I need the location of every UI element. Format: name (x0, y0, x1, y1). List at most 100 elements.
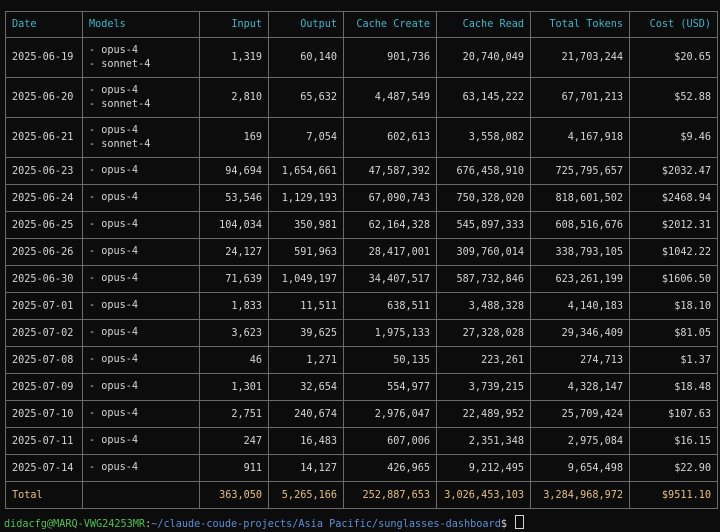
cell-date: 2025-07-11 (5, 427, 83, 455)
cell-models: - opus-4 (82, 319, 200, 347)
cell-output: 1,129,193 (268, 184, 344, 212)
cell-cost: $18.48 (629, 373, 718, 401)
cell-date: 2025-07-09 (5, 373, 83, 401)
cell-date: 2025-06-23 (5, 157, 83, 185)
cell-cost: $9.46 (629, 117, 718, 158)
cell-cost: $81.05 (629, 319, 718, 347)
cell-total-tokens: 4,140,183 (530, 292, 630, 320)
header-cache-read: Cache Read (436, 11, 531, 38)
model-name: - opus-4 (89, 84, 139, 96)
cursor-block (515, 515, 525, 529)
cell-cost: $18.10 (629, 292, 718, 320)
cell-date: 2025-07-10 (5, 400, 83, 428)
cell-cache-read: 545,897,333 (436, 211, 531, 239)
cell-output: 350,981 (268, 211, 344, 239)
cell-cost: $2468.94 (629, 184, 718, 212)
cell-cache-read: 223,261 (436, 346, 531, 374)
cell-date: 2025-06-30 (5, 265, 83, 293)
cell-input: 104,034 (199, 211, 269, 239)
cell-models: - opus-4 (82, 184, 200, 212)
cell-input: 2,810 (199, 77, 269, 118)
model-name: - opus-4 (89, 408, 139, 419)
cell-date: 2025-06-21 (5, 117, 83, 158)
table-row: 2025-06-21 - opus-4 - sonnet-4 169 7,054 602,… (5, 117, 718, 158)
cell-cache-read: 750,328,020 (436, 184, 531, 212)
cell-cache-create: 602,613 (343, 117, 437, 158)
total-cache-read: 3,026,453,103 (436, 481, 531, 509)
total-cache-create: 252,887,653 (343, 481, 437, 509)
cell-total-tokens: 4,328,147 (530, 373, 630, 401)
cell-input: 169 (199, 117, 269, 158)
table-row: 2025-07-09 - opus-4 1,301 32,654 554,977 3,73… (5, 373, 718, 401)
model-name: - sonnet-4 (89, 98, 151, 110)
model-name: - sonnet-4 (89, 58, 151, 70)
total-cost: $9511.10 (629, 481, 718, 509)
total-row: Total 363,050 5,265,166 252,887,653 3,02… (5, 481, 718, 509)
shell-prompt[interactable]: didacfg@MARQ-VWG24253MR:~/claude-coude-p… (4, 515, 525, 530)
cell-date: 2025-06-26 (5, 238, 83, 266)
cell-date: 2025-07-08 (5, 346, 83, 374)
cell-output: 32,654 (268, 373, 344, 401)
prompt-symbol: $ (500, 519, 507, 530)
cell-input: 2,751 (199, 400, 269, 428)
cell-output: 65,632 (268, 77, 344, 118)
total-label: Total (5, 481, 83, 509)
model-name: - opus-4 (89, 192, 139, 203)
cell-cache-create: 4,487,549 (343, 77, 437, 118)
cell-cache-read: 22,489,952 (436, 400, 531, 428)
cell-date: 2025-07-14 (5, 454, 83, 482)
table-row: 2025-06-20 - opus-4 - sonnet-4 2,810 65,632 4… (5, 77, 718, 118)
cell-cache-read: 9,212,495 (436, 454, 531, 482)
table-row: 2025-06-25 - opus-4 104,034 350,981 62,164,3… (5, 211, 718, 239)
model-name: - opus-4 (89, 354, 139, 365)
model-name: - opus-4 (89, 327, 139, 338)
cell-input: 1,319 (199, 37, 269, 78)
cell-output: 1,049,197 (268, 265, 344, 293)
cell-cache-create: 34,407,517 (343, 265, 437, 293)
table-row: 2025-07-11 - opus-4 247 16,483 607,006 2,351,… (5, 427, 718, 455)
cell-cache-create: 554,977 (343, 373, 437, 401)
table-row: 2025-06-30 - opus-4 71,639 1,049,197 34,407,… (5, 265, 718, 293)
cell-cache-read: 2,351,348 (436, 427, 531, 455)
model-name: - opus-4 (89, 300, 139, 311)
cell-cache-create: 50,135 (343, 346, 437, 374)
cell-date: 2025-06-19 (5, 37, 83, 78)
cell-cache-create: 28,417,001 (343, 238, 437, 266)
cell-date: 2025-06-25 (5, 211, 83, 239)
header-date: Date (5, 11, 83, 38)
table-row: 2025-07-01 - opus-4 1,833 11,511 638,511 3,48… (5, 292, 718, 320)
cell-input: 1,833 (199, 292, 269, 320)
cell-total-tokens: 725,795,657 (530, 157, 630, 185)
table-row: 2025-07-08 - opus-4 46 1,271 50,135 223,261 27… (5, 346, 718, 374)
prompt-path: ~/claude-coude-projects/Asia Pacific/sun… (151, 519, 501, 530)
cell-models: - opus-4 - sonnet-4 (82, 77, 200, 118)
cell-cache-create: 638,511 (343, 292, 437, 320)
cell-total-tokens: 2,975,084 (530, 427, 630, 455)
cell-cache-create: 426,965 (343, 454, 437, 482)
cell-input: 1,301 (199, 373, 269, 401)
total-tokens: 3,284,968,972 (530, 481, 630, 509)
cell-cost: $107.63 (629, 400, 718, 428)
cell-total-tokens: 9,654,498 (530, 454, 630, 482)
usage-report-table: Date Models Input Output Cache Create Ca… (5, 11, 718, 509)
header-output: Output (268, 11, 344, 38)
cell-output: 60,140 (268, 37, 344, 78)
header-row: Date Models Input Output Cache Create Ca… (5, 11, 718, 38)
cell-total-tokens: 25,709,424 (530, 400, 630, 428)
header-models: Models (82, 11, 200, 38)
cell-total-tokens: 29,346,409 (530, 319, 630, 347)
cell-cache-read: 309,760,014 (436, 238, 531, 266)
table-row: 2025-06-19 - opus-4 - sonnet-4 1,319 60,140 9… (5, 37, 718, 78)
cell-models: - opus-4 (82, 427, 200, 455)
model-name: - opus-4 (89, 462, 139, 473)
cell-output: 7,054 (268, 117, 344, 158)
cell-total-tokens: 274,713 (530, 346, 630, 374)
model-name: - opus-4 (89, 219, 139, 230)
total-models (82, 481, 200, 509)
cell-models: - opus-4 (82, 292, 200, 320)
cell-total-tokens: 338,793,105 (530, 238, 630, 266)
cell-total-tokens: 608,516,676 (530, 211, 630, 239)
cell-date: 2025-07-02 (5, 319, 83, 347)
cell-input: 24,127 (199, 238, 269, 266)
cell-total-tokens: 818,601,502 (530, 184, 630, 212)
